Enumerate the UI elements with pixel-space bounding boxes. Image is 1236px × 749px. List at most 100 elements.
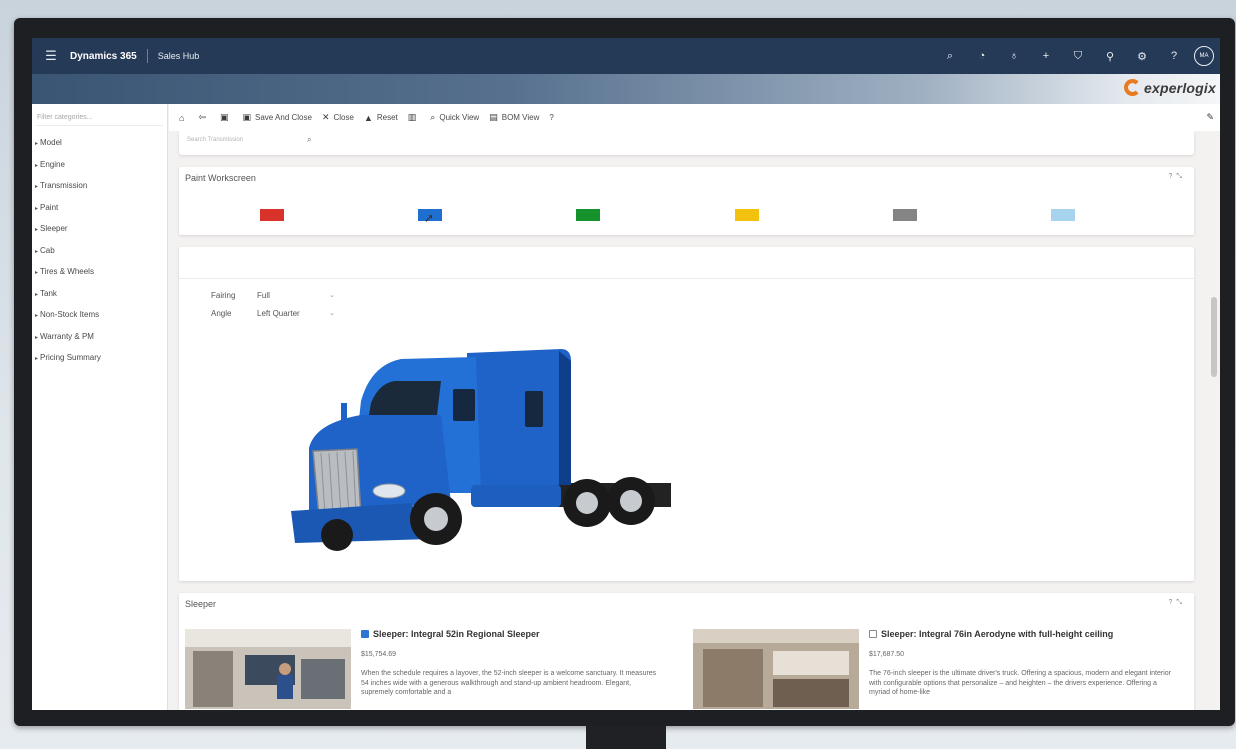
collapse-icon[interactable]: ⤡ (1176, 599, 1186, 606)
preview-divider (179, 278, 1194, 279)
quick-view-button[interactable]: ⌕ Quick View (430, 112, 479, 123)
expand-arrow-icon[interactable]: ▸ (35, 184, 38, 190)
sidebar-item-label: Tires & Wheels (40, 267, 94, 276)
app-launcher-icon[interactable]: ☰ (36, 48, 66, 64)
help-button[interactable]: ? (549, 113, 553, 122)
checkbox[interactable] (361, 630, 369, 638)
filter-icon[interactable]: ⛉ (1062, 50, 1094, 63)
app-name[interactable]: Sales Hub (158, 51, 200, 61)
expand-arrow-icon[interactable]: ▸ (35, 163, 38, 169)
save-and-close-button[interactable]: ▣ Save And Close (243, 112, 312, 123)
mouse-cursor-icon: ➚ (424, 211, 435, 225)
sidebar-item[interactable]: ▸ Paint (32, 197, 167, 219)
help-icon[interactable]: ? (1158, 50, 1190, 62)
sidebar-item-label: Paint (40, 202, 59, 212)
paint-workscreen-card: Paint Workscreen ?⤡ ➚ (179, 167, 1194, 235)
scrollbar-thumb[interactable] (1211, 297, 1217, 377)
back-button[interactable]: ⇦ (198, 112, 210, 123)
sidebar-item-label: Non-Stock Items (40, 310, 100, 319)
paint-swatch-gray[interactable] (893, 209, 917, 221)
collapse-icon[interactable]: ⤡ (1176, 173, 1186, 180)
filter-categories-input[interactable]: Filter categories... (36, 112, 163, 126)
fairing-label: Fairing (211, 291, 236, 300)
truck-sleeper-shade (559, 351, 571, 485)
avatar[interactable]: MA (1194, 46, 1214, 66)
sidebar-item[interactable]: ▸ Engine (32, 154, 167, 176)
paint-swatch-green[interactable] (576, 209, 600, 221)
expand-arrow-icon[interactable]: ▸ (35, 313, 38, 319)
section-tools: ?⤡ (1168, 599, 1186, 607)
save-and-close-label: Save And Close (255, 113, 312, 122)
experlogix-logo-icon (1123, 79, 1141, 96)
settings-icon[interactable]: ⚙ (1126, 50, 1158, 63)
sleeper-section-title: Sleeper (185, 599, 217, 609)
sleeper-interior-image (693, 629, 859, 709)
save-button[interactable]: ▣ (220, 112, 233, 123)
sidebar-item[interactable]: ▸ Pricing Summary (32, 347, 167, 369)
sleeper-option-2-label: Sleeper: Integral 76in Aerodyne with ful… (881, 629, 1114, 639)
angle-select[interactable]: Left Quarter (257, 309, 329, 318)
close-button[interactable]: ✕ Close (322, 112, 354, 123)
sidebar-item[interactable]: ▸ Cab (32, 240, 167, 262)
reset-icon: ▲ (363, 112, 373, 123)
sidebar-item-label: Warranty & PM (40, 331, 94, 341)
search-card: Search Transmission ⌕ (179, 131, 1194, 155)
plus-icon[interactable]: + (1030, 50, 1062, 62)
category-list: ▸ Model ▸ Engine ▸ Transmission ▸ Paint ▸ Sleeper… (32, 132, 167, 369)
sidebar-item[interactable]: ▸ Warranty & PM (32, 326, 167, 348)
sidebar-item[interactable]: ▸ Tank (32, 283, 167, 305)
fairing-option[interactable]: Fairing Full ⌄ (211, 291, 335, 300)
category-sidebar: Filter categories... ▸ Model ▸ Engine ▸ Trans… (32, 104, 168, 710)
save-close-icon: ▣ (242, 112, 252, 122)
expand-arrow-icon[interactable]: ▸ (35, 335, 38, 341)
location-icon[interactable]: ♁ (998, 50, 1030, 62)
home-button[interactable]: ⌂ (179, 113, 188, 123)
expand-arrow-icon[interactable]: ▸ (35, 270, 38, 276)
search-icon[interactable]: ⌕ (934, 50, 966, 63)
expand-arrow-icon[interactable]: ▸ (35, 356, 38, 362)
paint-swatch-red[interactable] (260, 209, 284, 221)
close-icon: ✕ (321, 112, 330, 122)
sidebar-item[interactable]: ▸ Transmission (32, 175, 167, 197)
paint-swatch-light-blue[interactable] (1051, 209, 1075, 221)
truck-sleeper (467, 349, 571, 485)
lightbulb-icon[interactable]: ◔ (966, 50, 998, 62)
search-icon[interactable]: ⌕ (307, 135, 311, 145)
chevron-down-icon[interactable]: ⌄ (329, 309, 335, 318)
pin-icon[interactable]: ✎ (1206, 112, 1214, 123)
assist-icon[interactable]: ⚲ (1094, 50, 1126, 63)
expand-arrow-icon[interactable]: ▸ (35, 227, 38, 233)
sleeper-option-2-description: The 76-inch sleeper is the ultimate driv… (869, 670, 1171, 696)
expand-arrow-icon[interactable]: ▸ (35, 249, 38, 255)
nav-icon-group: ⌕ ◔ ♁ + ⛉ ⚲ ⚙ ? MA (934, 46, 1214, 66)
angle-option[interactable]: Angle Left Quarter ⌄ (211, 309, 335, 318)
close-label: Close (333, 113, 354, 122)
sidebar-item[interactable]: ▸ Non-Stock Items (32, 304, 167, 326)
section-tools: ?⤡ (1168, 173, 1186, 181)
search-input[interactable]: Search Transmission (187, 137, 243, 143)
expand-arrow-icon[interactable]: ▸ (35, 141, 38, 147)
sleeper-option-2-name[interactable]: Sleeper: Integral 76in Aerodyne with ful… (869, 629, 1113, 639)
help-label: ? (549, 113, 554, 122)
checkbox[interactable] (869, 630, 877, 638)
sleeper-card: Sleeper ?⤡ Sleeper: Integral 52in Region… (179, 593, 1194, 710)
expand-arrow-icon[interactable]: ▸ (35, 292, 38, 298)
command-toolbar: ⌂ ⇦ ▣ ▣ Save And Close ✕ Close ▲ Reset ▥ ⌕ Q… (169, 104, 1220, 131)
sidebar-item[interactable]: ▸ Model (32, 132, 167, 154)
sidebar-item[interactable]: ▸ Tires & Wheels (32, 261, 167, 283)
home-icon: ⌂ (179, 112, 185, 123)
truck-mirror (341, 403, 347, 423)
sleeper-option-1-name[interactable]: Sleeper: Integral 52in Regional Sleeper (361, 629, 540, 639)
angle-label: Angle (211, 309, 232, 318)
sidebar-item[interactable]: ▸ Sleeper (32, 218, 167, 240)
bom-view-button[interactable]: ▤ BOM View (489, 112, 539, 123)
brand-name[interactable]: Dynamics 365 (70, 51, 137, 62)
fairing-select[interactable]: Full (257, 291, 329, 300)
paint-swatch-yellow[interactable] (735, 209, 759, 221)
truck-sleeper-window (525, 391, 543, 427)
chevron-down-icon[interactable]: ⌄ (329, 291, 335, 300)
expand-arrow-icon[interactable]: ▸ (35, 206, 38, 212)
chart-button[interactable]: ▥ (408, 112, 421, 123)
scrollbar[interactable] (1210, 135, 1218, 710)
reset-button[interactable]: ▲ Reset (364, 113, 398, 123)
